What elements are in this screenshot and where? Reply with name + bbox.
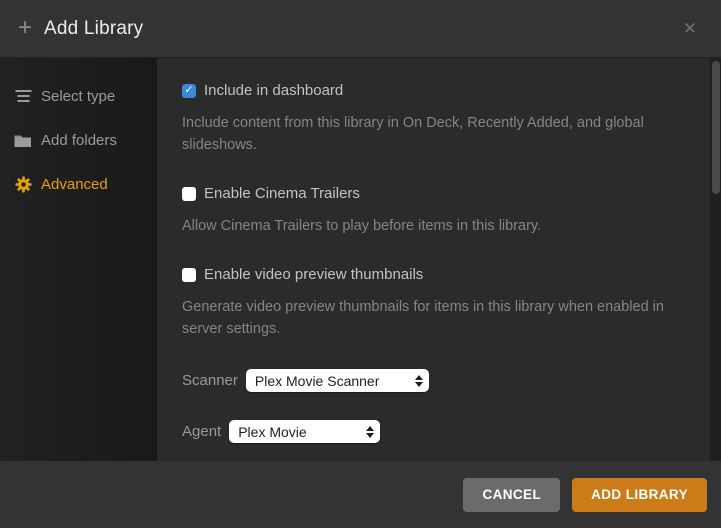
agent-select[interactable]: Plex Movie — [229, 420, 380, 443]
gear-icon — [14, 175, 32, 193]
checkbox-label: Include in dashboard — [204, 82, 343, 99]
scrollbar-track[interactable] — [710, 58, 721, 461]
dialog-header: + Add Library ✕ — [0, 0, 721, 58]
list-lines-icon — [14, 87, 32, 105]
plus-icon: + — [18, 16, 32, 40]
close-icon[interactable]: ✕ — [677, 15, 703, 43]
folder-icon — [14, 131, 32, 149]
sidebar-item-advanced[interactable]: Advanced — [0, 162, 157, 206]
sidebar-item-select-type[interactable]: Select type — [0, 74, 157, 118]
updown-arrows-icon — [415, 375, 423, 387]
option-enable-cinema-trailers: Enable Cinema Trailers — [182, 185, 685, 202]
checkbox-label: Enable Cinema Trailers — [204, 185, 360, 202]
enable-cinema-trailers-checkbox[interactable] — [182, 187, 196, 201]
sidebar-item-label: Add folders — [41, 132, 117, 149]
dialog-body: Select type Add folders — [0, 58, 721, 461]
sidebar-item-label: Select type — [41, 88, 115, 105]
include-in-dashboard-checkbox[interactable] — [182, 84, 196, 98]
agent-label: Agent — [182, 423, 221, 440]
option-description: Allow Cinema Trailers to play before ite… — [182, 215, 685, 237]
page-title: Add Library — [44, 18, 143, 40]
advanced-settings-panel: Include in dashboard Include content fro… — [157, 58, 721, 461]
agent-select-value: Plex Movie — [238, 424, 306, 440]
updown-arrows-icon — [366, 426, 374, 438]
sidebar: Select type Add folders — [0, 58, 157, 461]
add-library-dialog: + Add Library ✕ Select type — [0, 0, 721, 528]
add-library-button[interactable]: ADD LIBRARY — [572, 478, 707, 512]
scanner-select[interactable]: Plex Movie Scanner — [246, 369, 429, 392]
sidebar-item-label: Advanced — [41, 176, 108, 193]
option-description: Generate video preview thumbnails for it… — [182, 296, 685, 340]
scanner-label: Scanner — [182, 372, 238, 389]
option-enable-video-preview-thumbnails: Enable video preview thumbnails — [182, 266, 685, 283]
dialog-footer: CANCEL ADD LIBRARY — [0, 461, 721, 528]
scanner-select-value: Plex Movie Scanner — [255, 373, 380, 389]
agent-row: Agent Plex Movie — [182, 420, 685, 443]
sidebar-item-add-folders[interactable]: Add folders — [0, 118, 157, 162]
scanner-row: Scanner Plex Movie Scanner — [182, 369, 685, 392]
scrollbar-thumb[interactable] — [712, 61, 720, 194]
enable-video-preview-thumbnails-checkbox[interactable] — [182, 268, 196, 282]
option-include-in-dashboard: Include in dashboard — [182, 82, 685, 99]
option-description: Include content from this library in On … — [182, 112, 685, 156]
cancel-button[interactable]: CANCEL — [463, 478, 560, 512]
checkbox-label: Enable video preview thumbnails — [204, 266, 423, 283]
